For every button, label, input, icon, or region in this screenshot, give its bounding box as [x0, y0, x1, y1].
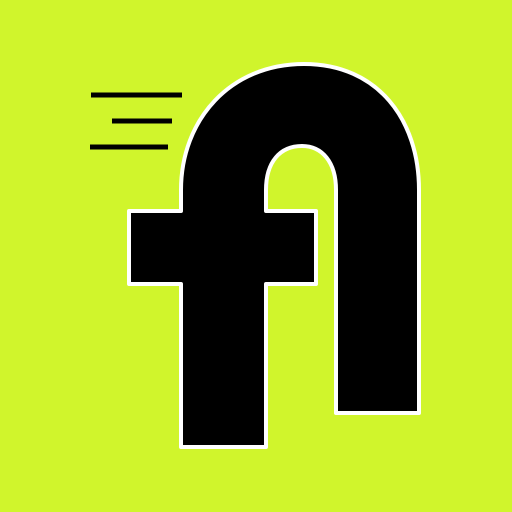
app-icon [0, 0, 512, 512]
fi-logo-icon [0, 0, 512, 512]
